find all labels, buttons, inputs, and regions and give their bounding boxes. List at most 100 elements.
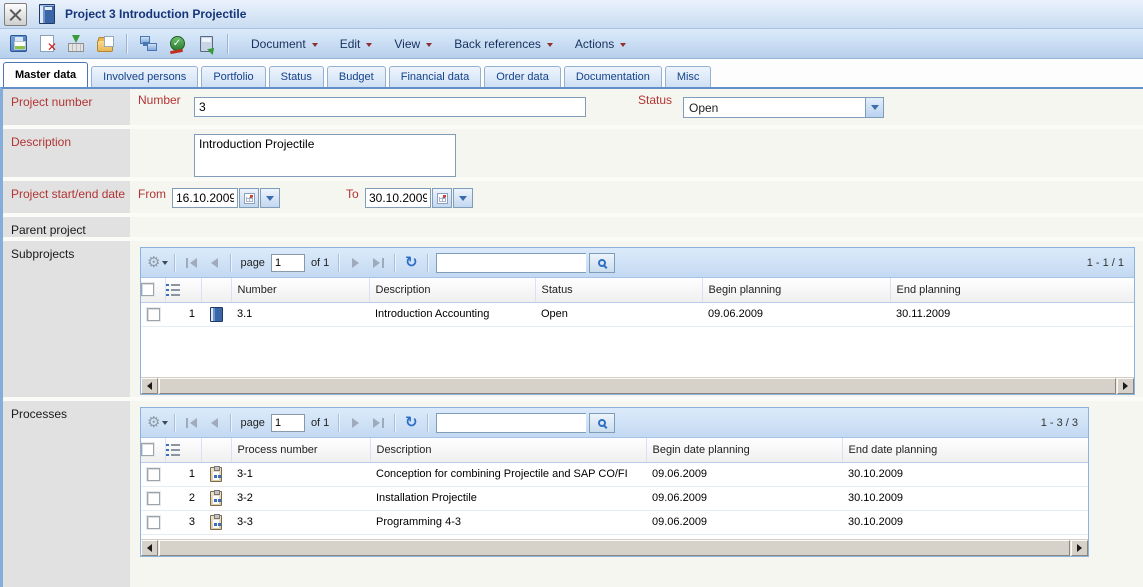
menu-actions[interactable]: Actions <box>575 37 626 51</box>
subprojects-body: ⚙ page of 1 ↻ <box>130 241 1143 397</box>
subprojects-table: Number Description Status Begin planning… <box>141 278 1134 327</box>
scroll-left-button[interactable] <box>141 540 158 556</box>
open-folder-button[interactable] <box>93 32 117 56</box>
row-checkbox[interactable] <box>147 308 160 321</box>
main-toolbar: ✓ Document Edit View Back references Act… <box>0 29 1143 59</box>
column-header-status[interactable]: Status <box>535 278 702 302</box>
section-label-parent-project: Parent project <box>3 217 130 237</box>
calculate-button[interactable] <box>194 32 218 56</box>
horizontal-scrollbar[interactable] <box>141 539 1088 556</box>
tab-budget[interactable]: Budget <box>327 66 386 87</box>
first-page-button[interactable] <box>181 252 201 274</box>
close-button[interactable] <box>4 3 27 26</box>
next-page-icon <box>352 258 359 268</box>
status-dropdown-button[interactable] <box>865 97 884 118</box>
approve-button[interactable]: ✓ <box>165 32 189 56</box>
grid-empty-area <box>141 327 1134 378</box>
page-number-input[interactable] <box>271 414 305 432</box>
column-header-description[interactable]: Description <box>370 438 646 462</box>
scrollbar-thumb[interactable] <box>159 540 1070 556</box>
tab-strip: Master data Involved persons Portfolio S… <box>0 59 1143 87</box>
scroll-right-button[interactable] <box>1117 378 1134 394</box>
table-row[interactable]: 1 3-1 Conception for combining Projectil… <box>141 462 1088 486</box>
grid-search-input[interactable] <box>436 253 586 273</box>
prev-page-button[interactable] <box>204 412 224 434</box>
grid-search-input[interactable] <box>436 413 586 433</box>
chevron-down-icon <box>312 43 318 47</box>
column-header-process-number[interactable]: Process number <box>231 438 370 462</box>
save-button[interactable] <box>6 32 30 56</box>
number-input[interactable] <box>194 97 586 117</box>
menu-back-references[interactable]: Back references <box>454 37 553 51</box>
column-header-begin-date[interactable]: Begin date planning <box>646 438 842 462</box>
select-all-checkbox[interactable] <box>141 283 154 296</box>
status-label: Status <box>638 93 672 107</box>
prev-page-button[interactable] <box>204 252 224 274</box>
table-row[interactable]: 1 3.1 Introduction Accounting Open 09.06… <box>141 302 1134 326</box>
first-page-button[interactable] <box>181 412 201 434</box>
parent-project-row: Parent project <box>3 217 1143 241</box>
grid-settings-button[interactable]: ⚙ <box>147 412 168 434</box>
row-index: 3 <box>165 510 201 534</box>
from-calendar-button[interactable] <box>239 188 259 208</box>
table-row[interactable]: 2 3-2 Installation Projectile 09.06.2009… <box>141 486 1088 510</box>
tab-misc[interactable]: Misc <box>665 66 712 87</box>
search-icon <box>598 259 606 267</box>
delete-document-button[interactable] <box>35 32 59 56</box>
tab-financial-data[interactable]: Financial data <box>389 66 482 87</box>
description-input[interactable]: Introduction Projectile <box>194 134 456 177</box>
to-date-input[interactable] <box>365 188 431 208</box>
hierarchy-button[interactable] <box>136 32 160 56</box>
gear-icon: ⚙ <box>147 255 160 270</box>
tab-master-data[interactable]: Master data <box>3 62 88 87</box>
status-select[interactable]: Open <box>683 97 884 118</box>
column-header-end-date[interactable]: End date planning <box>842 438 1088 462</box>
row-checkbox[interactable] <box>147 468 160 481</box>
table-row[interactable]: 3 3-3 Programming 4-3 09.06.2009 30.10.2… <box>141 510 1088 534</box>
cell-description: Programming 4-3 <box>370 510 646 534</box>
cell-description: Introduction Accounting <box>369 302 535 326</box>
toolbar-separator <box>174 254 175 272</box>
processes-grid: ⚙ page of 1 ↻ <box>140 407 1089 557</box>
column-header-begin-planning[interactable]: Begin planning <box>702 278 890 302</box>
tab-involved-persons[interactable]: Involved persons <box>91 66 198 87</box>
next-page-button[interactable] <box>345 252 365 274</box>
refresh-button[interactable]: ↻ <box>401 412 421 434</box>
refresh-button[interactable]: ↻ <box>401 252 421 274</box>
grid-search-button[interactable] <box>589 253 615 273</box>
to-dropdown-button[interactable] <box>453 188 473 208</box>
scroll-left-button[interactable] <box>141 378 158 394</box>
last-page-button[interactable] <box>368 252 388 274</box>
tab-portfolio[interactable]: Portfolio <box>201 66 265 87</box>
from-date-input[interactable] <box>172 188 238 208</box>
tab-order-data[interactable]: Order data <box>484 66 561 87</box>
column-header-number[interactable]: Number <box>231 278 369 302</box>
page-label: page <box>240 257 264 269</box>
tab-documentation[interactable]: Documentation <box>564 66 662 87</box>
menu-view[interactable]: View <box>394 37 432 51</box>
row-checkbox[interactable] <box>147 516 160 529</box>
tab-status[interactable]: Status <box>269 66 324 87</box>
cell-begin: 09.06.2009 <box>702 302 890 326</box>
title-bar: Project 3 Introduction Projectile <box>0 0 1143 29</box>
numbered-list-icon <box>166 283 180 296</box>
grid-search-button[interactable] <box>589 413 615 433</box>
menu-edit[interactable]: Edit <box>340 37 373 51</box>
next-page-button[interactable] <box>345 412 365 434</box>
select-all-checkbox[interactable] <box>141 443 154 456</box>
page-number-input[interactable] <box>271 254 305 272</box>
scroll-right-button[interactable] <box>1071 540 1088 556</box>
from-dropdown-button[interactable] <box>260 188 280 208</box>
column-header-end-planning[interactable]: End planning <box>890 278 1134 302</box>
import-button[interactable] <box>64 32 88 56</box>
scrollbar-thumb[interactable] <box>159 378 1116 394</box>
row-checkbox[interactable] <box>147 492 160 505</box>
last-page-button[interactable] <box>368 412 388 434</box>
column-header-description[interactable]: Description <box>369 278 535 302</box>
cell-begin: 09.06.2009 <box>646 510 842 534</box>
subproject-icon <box>210 307 223 322</box>
horizontal-scrollbar[interactable] <box>141 377 1134 394</box>
to-calendar-button[interactable] <box>432 188 452 208</box>
grid-settings-button[interactable]: ⚙ <box>147 252 168 274</box>
menu-document[interactable]: Document <box>251 37 318 51</box>
